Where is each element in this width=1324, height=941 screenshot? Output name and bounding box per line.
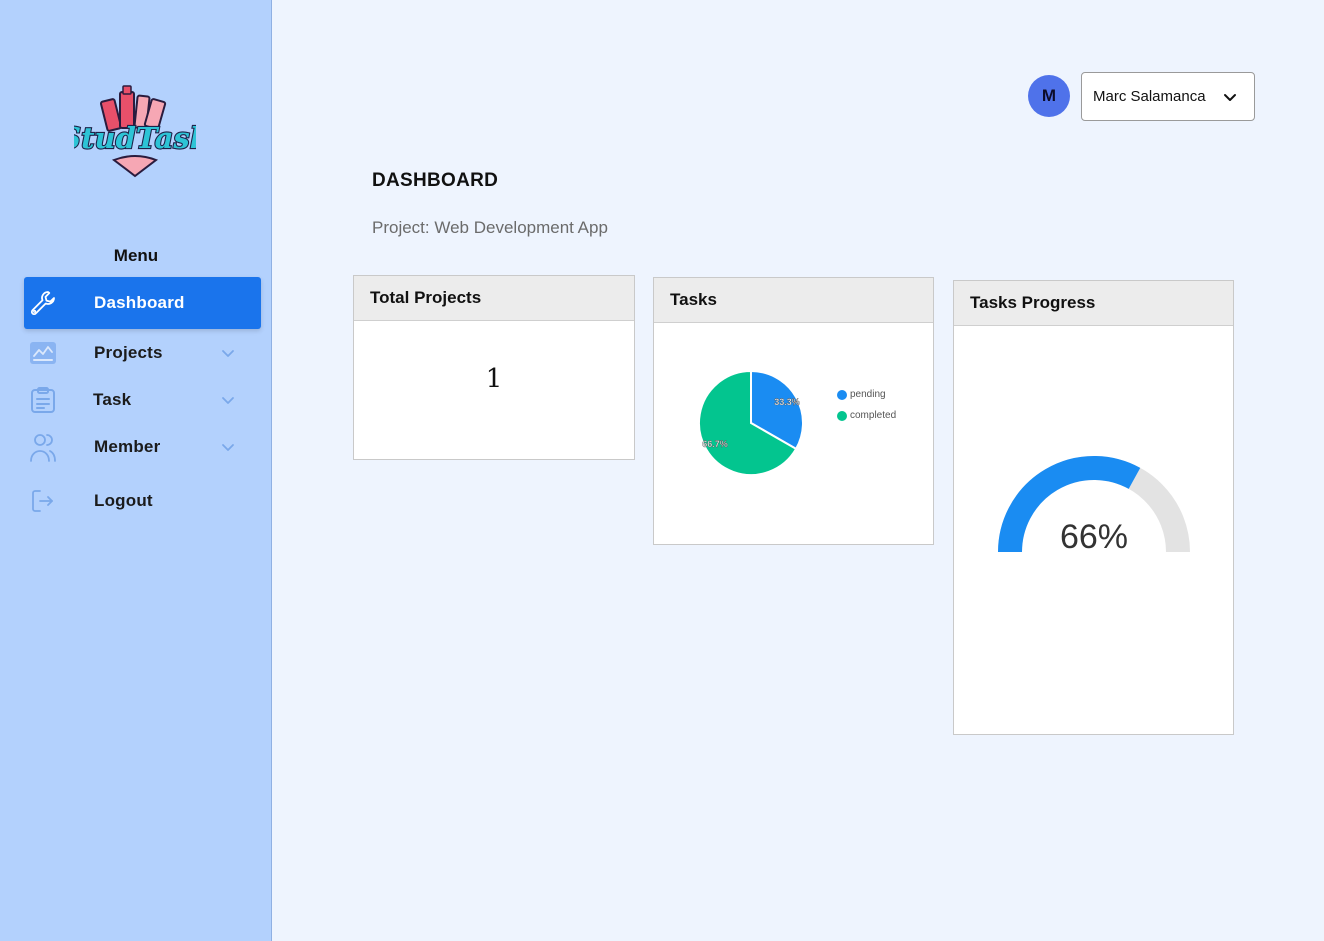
tasks-progress-card: Tasks Progress 66% xyxy=(953,280,1234,735)
legend-swatch xyxy=(837,410,847,421)
clipboard-icon xyxy=(29,386,57,414)
sidebar-item-logout[interactable]: Logout xyxy=(24,475,261,527)
pie-legend: pending completed xyxy=(837,384,896,426)
page-title: DASHBOARD xyxy=(372,170,499,191)
legend-swatch xyxy=(837,389,847,400)
wrench-icon xyxy=(29,289,57,317)
users-icon xyxy=(29,433,57,462)
sidebar-item-label: Dashboard xyxy=(94,293,185,312)
sidebar-item-label: Task xyxy=(93,390,132,409)
chevron-down-icon[interactable] xyxy=(220,392,236,408)
total-projects-card: Total Projects 1 xyxy=(353,275,635,460)
pie-slice-label: 33.3% xyxy=(774,397,800,407)
sidebar-item-projects[interactable]: Projects xyxy=(24,327,261,379)
user-dropdown[interactable]: Marc Salamanca xyxy=(1081,72,1255,121)
legend-item-completed: completed xyxy=(837,405,896,426)
gauge-value-label: 66% xyxy=(1060,518,1128,556)
menu-title: Menu xyxy=(113,246,159,265)
logout-icon xyxy=(29,487,57,515)
chevron-down-icon[interactable] xyxy=(220,345,236,361)
sidebar-item-dashboard[interactable]: Dashboard xyxy=(24,277,261,329)
chevron-down-icon[interactable] xyxy=(220,439,236,455)
sidebar: StudTask Menu Dashboard Projects xyxy=(0,0,272,941)
studtask-logo[interactable]: StudTask xyxy=(59,84,211,180)
project-label: Project: Web Development App xyxy=(372,218,608,237)
sidebar-item-label: Member xyxy=(94,437,161,456)
svg-text:StudTask: StudTask xyxy=(74,121,196,155)
sidebar-item-label: Projects xyxy=(94,343,163,362)
sidebar-item-task[interactable]: Task xyxy=(24,374,261,426)
chevron-down-icon xyxy=(1224,94,1236,101)
card-title: Total Projects xyxy=(354,276,634,321)
sidebar-item-member[interactable]: Member xyxy=(24,421,261,473)
tasks-pie-chart: 33.3% 66.7% xyxy=(698,369,804,476)
sidebar-item-label: Logout xyxy=(94,491,153,510)
card-title: Tasks Progress xyxy=(954,281,1233,326)
legend-label: pending xyxy=(850,389,886,400)
chart-icon xyxy=(29,339,57,367)
user-name: Marc Salamanca xyxy=(1093,88,1206,105)
total-projects-value: 1 xyxy=(485,364,503,394)
tasks-card: Tasks 33.3% 66.7% pending completed xyxy=(653,277,934,545)
card-title: Tasks xyxy=(654,278,933,323)
avatar[interactable]: M xyxy=(1028,75,1070,117)
legend-label: completed xyxy=(850,410,897,421)
tasks-progress-gauge: 66% xyxy=(998,456,1190,556)
legend-item-pending: pending xyxy=(837,384,896,405)
pie-slice-label: 66.7% xyxy=(702,439,728,449)
